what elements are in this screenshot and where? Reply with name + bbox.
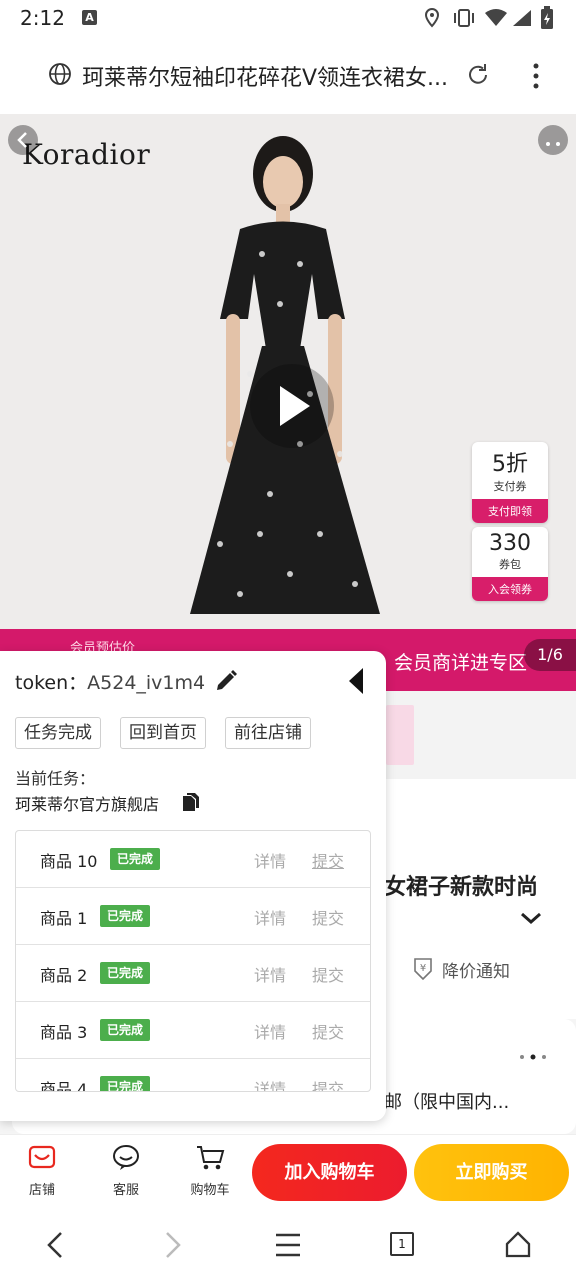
token-row: token：A524_iv1m4 <box>15 668 205 695</box>
status-time: 2:12 <box>20 6 65 30</box>
current-task-name: 珂莱蒂尔官方旗舰店 <box>15 795 160 814</box>
svg-text:¥: ¥ <box>420 963 426 974</box>
edit-pencil-icon[interactable] <box>214 669 238 693</box>
coupon-value: 5折 <box>492 452 528 477</box>
price-tag-icon: ¥ <box>414 958 432 981</box>
page-title[interactable]: 珂莱蒂尔短袖印花碎花V领连衣裙女... <box>82 60 462 92</box>
detail-link[interactable]: 详情 <box>254 962 286 986</box>
battery-icon <box>541 6 553 29</box>
task-panel: token：A524_iv1m4 任务完成 回到首页 前往店铺 当前任务： 珂莱… <box>0 651 386 1121</box>
price-drop-notify[interactable]: 降价通知 <box>442 957 510 982</box>
globe-icon <box>49 63 71 85</box>
notification-a-icon: A <box>82 10 97 25</box>
task-complete-button[interactable]: 任务完成 <box>15 717 101 749</box>
coupon-action: 入会领券 <box>472 577 548 601</box>
play-video-icon[interactable] <box>248 362 336 450</box>
discount-coupon-badge[interactable]: 5折 支付券 支付即领 <box>472 442 548 523</box>
cart-button[interactable]: 购物车 <box>180 1143 240 1198</box>
customer-service-icon <box>113 1145 139 1170</box>
table-row: 商品 10 已完成 详情 提交 <box>16 831 370 888</box>
browser-nav-bar: 1 <box>0 1212 576 1280</box>
status-badge: 已完成 <box>100 905 151 927</box>
back-home-button[interactable]: 回到首页 <box>120 717 206 749</box>
carousel-pager: 1/6 <box>524 639 576 671</box>
shopping-cart-icon <box>197 1146 225 1170</box>
product-image-carousel[interactable]: Koradior 5折 支付券 支付即领 330 券包 入会领券 <box>0 114 576 629</box>
menu-icon[interactable] <box>274 1232 302 1258</box>
expand-chevron-icon[interactable] <box>520 911 542 925</box>
more-options-icon[interactable] <box>538 125 568 155</box>
member-zone-link[interactable]: 会员商详进专区 <box>394 648 527 675</box>
forward-icon[interactable] <box>162 1231 184 1259</box>
table-row: 商品 2 已完成 详情 提交 <box>16 945 370 1002</box>
item-name: 商品 2 <box>40 966 88 985</box>
customer-service-label: 客服 <box>112 1183 139 1198</box>
table-row: 商品 1 已完成 详情 提交 <box>16 888 370 945</box>
reload-icon[interactable] <box>465 62 491 88</box>
table-row: 商品 4 已完成 详情 提交 <box>16 1059 370 1092</box>
bottom-action-bar: 店铺 客服 购物车 加入购物车 立即购买 <box>0 1134 576 1212</box>
token-value: A524_iv1m4 <box>87 672 206 694</box>
submit-link[interactable]: 提交 <box>312 962 344 986</box>
detail-link[interactable]: 详情 <box>254 905 286 929</box>
coupon-label: 支付券 <box>493 480 527 493</box>
store-button[interactable]: 店铺 <box>12 1143 72 1198</box>
more-menu-icon[interactable] <box>530 62 542 90</box>
task-item-list: 商品 10 已完成 详情 提交 商品 1 已完成 详情 提交 商品 2 已完成 … <box>15 830 371 1092</box>
customer-service-button[interactable]: 客服 <box>96 1143 156 1198</box>
back-arrow-icon[interactable] <box>8 125 38 155</box>
item-name: 商品 4 <box>40 1080 88 1092</box>
wifi-icon <box>485 9 507 26</box>
submit-link[interactable]: 提交 <box>312 848 344 872</box>
coupon-pack-badge[interactable]: 330 券包 入会领券 <box>472 527 548 601</box>
status-badge: 已完成 <box>100 1019 151 1041</box>
buy-now-button[interactable]: 立即购买 <box>414 1144 569 1201</box>
item-name: 商品 10 <box>40 852 98 871</box>
status-bar: 2:12 A <box>0 0 576 36</box>
location-icon <box>424 8 440 28</box>
detail-link[interactable]: 详情 <box>254 848 286 872</box>
cart-label: 购物车 <box>190 1183 230 1198</box>
coupon-value: 330 <box>489 531 531 556</box>
home-icon[interactable] <box>504 1230 532 1258</box>
coupon-label: 券包 <box>499 558 521 571</box>
detail-link[interactable]: 详情 <box>254 1076 286 1091</box>
collapse-panel-icon[interactable] <box>347 667 365 695</box>
product-title: 女裙子新款时尚 <box>384 875 539 900</box>
vibrate-icon <box>454 9 474 27</box>
brand-logo: Koradior <box>22 138 151 171</box>
tabs-count-button[interactable]: 1 <box>390 1232 414 1256</box>
submit-link[interactable]: 提交 <box>312 1019 344 1043</box>
item-name: 商品 1 <box>40 909 88 928</box>
thumbnail[interactable] <box>386 705 414 765</box>
detail-link[interactable]: 详情 <box>254 1019 286 1043</box>
page-dots-icon <box>520 1054 546 1060</box>
status-badge: 已完成 <box>100 962 151 984</box>
copy-icon[interactable] <box>182 792 200 812</box>
token-label: token： <box>15 672 88 694</box>
add-to-cart-button[interactable]: 加入购物车 <box>252 1144 407 1201</box>
status-badge: 已完成 <box>100 1076 151 1091</box>
item-name: 商品 3 <box>40 1023 88 1042</box>
status-badge: 已完成 <box>110 848 161 870</box>
browser-url-bar: 珂莱蒂尔短袖印花碎花V领连衣裙女... <box>0 36 576 114</box>
back-icon[interactable] <box>44 1231 66 1259</box>
store-icon <box>28 1145 56 1169</box>
coupon-action: 支付即领 <box>472 499 548 523</box>
go-to-store-button[interactable]: 前往店铺 <box>225 717 311 749</box>
store-label: 店铺 <box>28 1183 55 1198</box>
table-row: 商品 3 已完成 详情 提交 <box>16 1002 370 1059</box>
submit-link[interactable]: 提交 <box>312 1076 344 1091</box>
cell-signal-icon <box>513 10 531 26</box>
submit-link[interactable]: 提交 <box>312 905 344 929</box>
shipping-text: 邮（限中国内... <box>384 1092 510 1113</box>
current-task-label: 当前任务： <box>15 769 96 788</box>
